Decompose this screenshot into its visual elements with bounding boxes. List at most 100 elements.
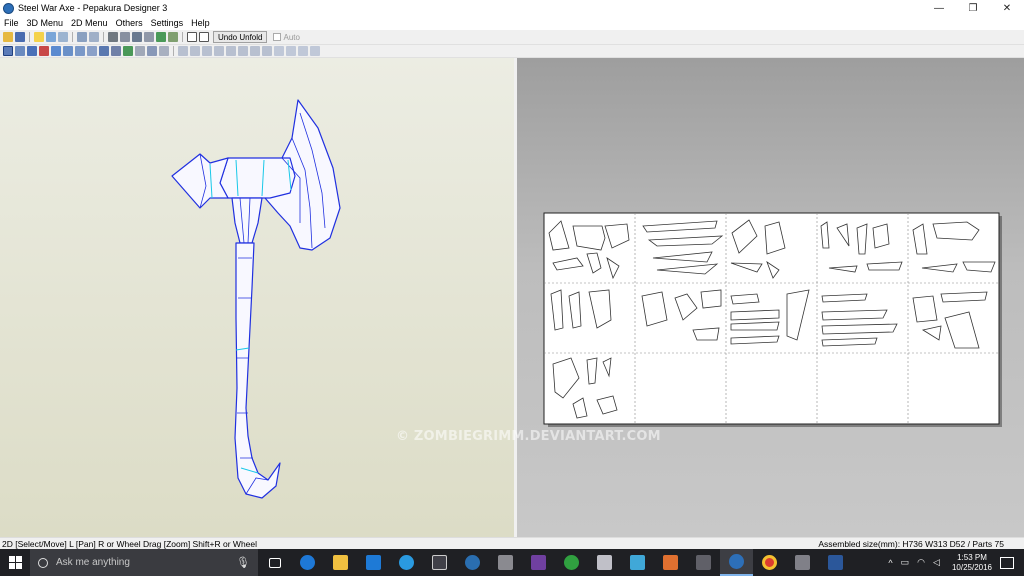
align-right-icon[interactable]	[202, 46, 212, 56]
menu-2d[interactable]: 2D Menu	[67, 18, 112, 28]
task-view-button[interactable]	[258, 549, 291, 576]
rotate-right-icon[interactable]	[286, 46, 296, 56]
auto-checkbox[interactable]: Auto	[273, 33, 300, 42]
view-icon[interactable]	[46, 32, 56, 42]
align-left-icon[interactable]	[178, 46, 188, 56]
taskbar-app-d[interactable]	[522, 549, 555, 576]
pencil-icon[interactable]	[108, 32, 118, 42]
app-f-icon	[597, 555, 612, 570]
clock[interactable]: 1:53 PM 10/25/2016	[952, 553, 992, 573]
wifi-icon[interactable]: ◠	[917, 557, 925, 568]
taskbar-calculator[interactable]	[687, 549, 720, 576]
layout-icon[interactable]	[147, 46, 157, 56]
text-icon[interactable]	[87, 46, 97, 56]
taskbar-ie[interactable]	[390, 549, 423, 576]
menu-file[interactable]: File	[0, 18, 23, 28]
close-button[interactable]: ✕	[990, 0, 1024, 16]
open-icon[interactable]	[3, 32, 13, 42]
windows-icon	[8, 556, 22, 569]
app-c-icon	[498, 555, 513, 570]
taskbar-app-g[interactable]	[621, 549, 654, 576]
zoom-icon[interactable]	[99, 46, 109, 56]
maximize-button[interactable]: ❐	[956, 0, 990, 16]
undo-unfold-button[interactable]: Undo Unfold	[213, 31, 268, 43]
move-icon[interactable]	[15, 46, 25, 56]
taskbar-edge[interactable]	[291, 549, 324, 576]
taskbar-app-b[interactable]	[456, 549, 489, 576]
anchor-icon[interactable]	[132, 32, 142, 42]
taskbar-app-i[interactable]	[786, 549, 819, 576]
chevron-up-icon[interactable]: ^	[888, 558, 892, 568]
axe-3d-model	[171, 99, 341, 499]
texture-icon[interactable]	[58, 32, 68, 42]
taskbar-app-e[interactable]	[555, 549, 588, 576]
print-icon[interactable]	[123, 46, 133, 56]
split-icon[interactable]	[39, 46, 49, 56]
notification-icon[interactable]	[1000, 556, 1014, 569]
taskbar-store[interactable]	[357, 549, 390, 576]
taskbar-app-h[interactable]	[654, 549, 687, 576]
mirror-icon[interactable]	[298, 46, 308, 56]
toolbar-separator	[72, 32, 73, 42]
grid-icon[interactable]	[156, 32, 166, 42]
taskbar-file-explorer[interactable]	[324, 549, 357, 576]
microphone-icon[interactable]: 🎙	[236, 556, 250, 569]
taskbar-word[interactable]	[819, 549, 852, 576]
menu-others[interactable]: Others	[112, 18, 147, 28]
search-circle-icon	[38, 557, 48, 568]
align-center-icon[interactable]	[190, 46, 200, 56]
start-button[interactable]	[0, 549, 30, 576]
fit-icon[interactable]	[262, 46, 272, 56]
align-bottom-icon[interactable]	[238, 46, 248, 56]
search-input[interactable]: Ask me anything	[56, 557, 130, 568]
page-icon[interactable]	[135, 46, 145, 56]
main-toolbar: Undo Unfold Auto	[0, 30, 1024, 45]
battery-icon[interactable]: ▭	[901, 557, 910, 568]
toolbar-separator	[173, 46, 174, 56]
menu-settings[interactable]: Settings	[147, 18, 188, 28]
rotate-left-icon[interactable]	[274, 46, 284, 56]
cortana-search[interactable]: Ask me anything 🎙	[30, 549, 258, 576]
join-icon[interactable]	[144, 32, 154, 42]
system-tray: ^ ▭ ◠ ◁ 1:53 PM 10/25/2016	[884, 549, 1024, 576]
flap-icon[interactable]	[63, 46, 73, 56]
settings-part-icon[interactable]	[159, 46, 169, 56]
app-icon	[3, 2, 14, 14]
2d-view[interactable]	[517, 58, 1024, 537]
rotate-part-icon[interactable]	[27, 46, 37, 56]
status-hint: 2D [Select/Move] L [Pan] R or Wheel Drag…	[2, 538, 258, 549]
taskbar-app-a[interactable]	[423, 549, 456, 576]
app-a-icon	[432, 555, 447, 570]
minimize-button[interactable]: —	[922, 0, 956, 16]
window-split-icon[interactable]	[199, 32, 209, 42]
edge-icon[interactable]	[75, 46, 85, 56]
cut-icon[interactable]	[120, 32, 130, 42]
title-bar: Steel War Axe - Pepakura Designer 3 — ❐ …	[0, 0, 1024, 16]
clock-date: 10/25/2016	[951, 562, 992, 572]
pan-icon[interactable]	[111, 46, 121, 56]
taskbar-pepakura[interactable]	[720, 549, 753, 576]
taskbar-app-c[interactable]	[489, 549, 522, 576]
status-assembled-size: Assembled size(mm): H736 W313 D52 / Part…	[818, 538, 1004, 549]
volume-icon[interactable]: ◁	[933, 557, 940, 568]
task-view-icon	[268, 557, 281, 568]
distribute-icon[interactable]	[250, 46, 260, 56]
lightbulb-icon[interactable]	[34, 32, 44, 42]
scale-icon[interactable]	[310, 46, 320, 56]
window-single-icon[interactable]	[187, 32, 197, 42]
join-part-icon[interactable]	[51, 46, 61, 56]
flip-icon[interactable]	[89, 32, 99, 42]
save-icon[interactable]	[15, 32, 25, 42]
select-icon[interactable]	[3, 46, 13, 56]
menu-3d[interactable]: 3D Menu	[23, 18, 68, 28]
check-icon[interactable]	[168, 32, 178, 42]
watermark-text: © ZOMBIEGRIMM.DEVIANTART.COM	[396, 429, 661, 444]
edge-icon	[300, 555, 315, 570]
align-top-icon[interactable]	[214, 46, 224, 56]
rotate-icon[interactable]	[77, 32, 87, 42]
menu-help[interactable]: Help	[187, 18, 214, 28]
taskbar-chrome[interactable]	[753, 549, 786, 576]
align-middle-icon[interactable]	[226, 46, 236, 56]
taskbar-app-f[interactable]	[588, 549, 621, 576]
3d-view[interactable]	[0, 58, 514, 537]
